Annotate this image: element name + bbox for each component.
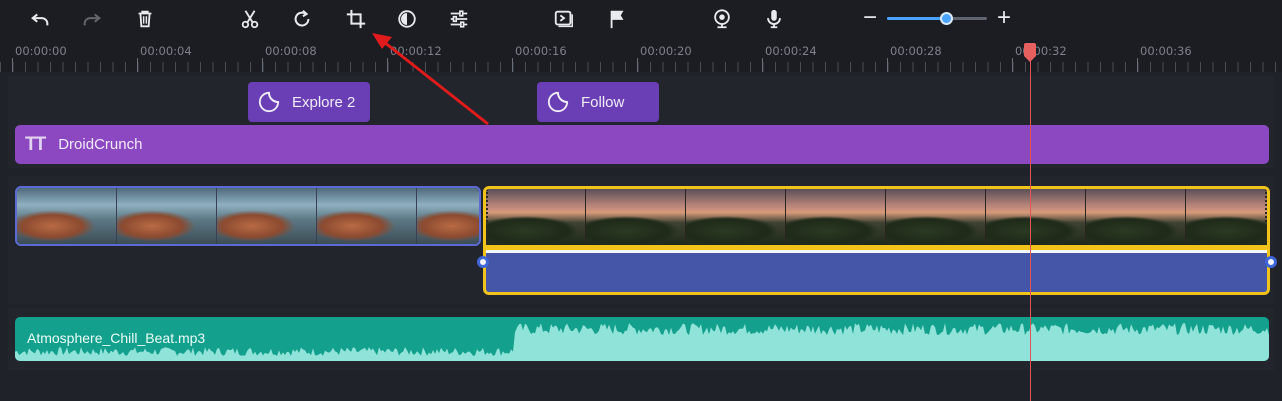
sticker-label: Follow — [581, 93, 625, 111]
delete-button[interactable] — [130, 4, 160, 34]
color-adjust-button[interactable] — [392, 4, 422, 34]
text-icon: TT — [25, 133, 46, 155]
redo-button[interactable] — [77, 4, 107, 34]
video-thumbnail — [986, 189, 1086, 245]
undo-icon — [31, 13, 49, 26]
video-thumbnail — [686, 189, 786, 245]
ruler-major-tick — [637, 58, 638, 72]
undo-button[interactable] — [25, 4, 55, 34]
video-thumbnail — [317, 188, 417, 244]
volume-handle-right[interactable] — [1265, 256, 1277, 268]
clip-properties-button[interactable] — [549, 4, 579, 34]
crop-icon — [346, 9, 366, 29]
toolbar: − + — [0, 0, 1282, 38]
title-clip-label: DroidCrunch — [58, 136, 143, 153]
video-thumbnail — [786, 189, 886, 245]
video-thumbnail — [17, 188, 117, 244]
ruler-major-tick — [1012, 58, 1013, 72]
audio-clip-label: Atmosphere_Chill_Beat.mp3 — [27, 330, 206, 346]
video-thumbnail — [117, 188, 217, 244]
settings-button[interactable] — [444, 4, 474, 34]
ruler-label: 00:00:16 — [515, 44, 567, 58]
ruler-ticks — [0, 62, 1282, 72]
rotate-icon — [294, 9, 310, 27]
ruler-major-tick — [762, 58, 763, 72]
trim-edge-left[interactable] — [486, 189, 488, 245]
zoom-in-button[interactable]: + — [992, 6, 1016, 32]
microphone-button[interactable] — [759, 4, 789, 34]
ruler-major-tick — [387, 58, 388, 72]
cut-button[interactable] — [235, 4, 265, 34]
ruler-major-tick — [262, 58, 263, 72]
ruler-major-tick — [512, 58, 513, 72]
video-thumbnail — [1086, 189, 1186, 245]
ruler-major-tick — [1137, 58, 1138, 72]
ruler-label: 00:00:08 — [265, 44, 317, 58]
title-clip[interactable]: TT DroidCrunch — [15, 125, 1269, 164]
video-thumbnail — [1186, 189, 1267, 245]
playhead-line — [1030, 55, 1031, 401]
ruler-label: 00:00:00 — [15, 44, 67, 58]
delete-icon — [138, 10, 152, 28]
rotate-button[interactable] — [287, 4, 317, 34]
redo-icon — [83, 13, 101, 26]
video-clip-2-audio[interactable] — [486, 250, 1267, 292]
ruler-label: 00:00:36 — [1140, 44, 1192, 58]
video-clip-1[interactable] — [15, 186, 481, 246]
audio-clip[interactable]: Atmosphere_Chill_Beat.mp3 — [15, 317, 1269, 361]
video-clip-2-selected[interactable] — [483, 186, 1270, 295]
zoom-slider-knob[interactable] — [940, 12, 953, 25]
zoom-slider-track[interactable] — [887, 17, 987, 20]
video-thumbnail — [886, 189, 986, 245]
video-thumbnail — [217, 188, 317, 244]
video-thumbnail — [417, 188, 479, 244]
sticker-icon — [258, 91, 280, 113]
crop-button[interactable] — [341, 4, 371, 34]
ruler-major-tick — [137, 58, 138, 72]
zoom-out-button[interactable]: − — [858, 6, 882, 32]
video-thumbnail — [486, 189, 586, 245]
ruler-major-tick — [12, 58, 13, 72]
video-clip-2-frames — [486, 189, 1267, 245]
video-thumbnail — [586, 189, 686, 245]
playhead-handle[interactable] — [1023, 43, 1037, 63]
marker-button[interactable] — [603, 4, 633, 34]
trim-edge-right[interactable] — [1265, 189, 1267, 245]
ruler-label: 00:00:12 — [390, 44, 442, 58]
sticker-clip-follow[interactable]: Follow — [537, 82, 659, 122]
settings-sliders-icon — [450, 10, 468, 28]
timeline-tracks: Explore 2 Follow TT DroidCrunch Atmosphe… — [0, 72, 1282, 401]
color-adjust-icon — [398, 10, 416, 28]
volume-handle-left[interactable] — [477, 256, 489, 268]
ruler-label: 00:00:24 — [765, 44, 817, 58]
time-ruler[interactable]: 00:00:00 00:00:04 00:00:08 00:00:12 00:00:16… — [0, 38, 1282, 72]
ruler-label: 00:00:28 — [890, 44, 942, 58]
clip-properties-icon — [554, 10, 573, 28]
webcam-icon — [714, 9, 730, 29]
webcam-button[interactable] — [707, 4, 737, 34]
microphone-icon — [767, 9, 781, 29]
ruler-label: 00:00:04 — [140, 44, 192, 58]
sticker-icon — [547, 91, 569, 113]
flag-icon — [610, 10, 624, 29]
ruler-major-tick — [887, 58, 888, 72]
sticker-label: Explore 2 — [292, 93, 356, 111]
ruler-label: 00:00:20 — [640, 44, 692, 58]
zoom-slider-fill — [887, 17, 947, 20]
cut-icon — [241, 10, 259, 29]
sticker-clip-explore[interactable]: Explore 2 — [248, 82, 370, 122]
